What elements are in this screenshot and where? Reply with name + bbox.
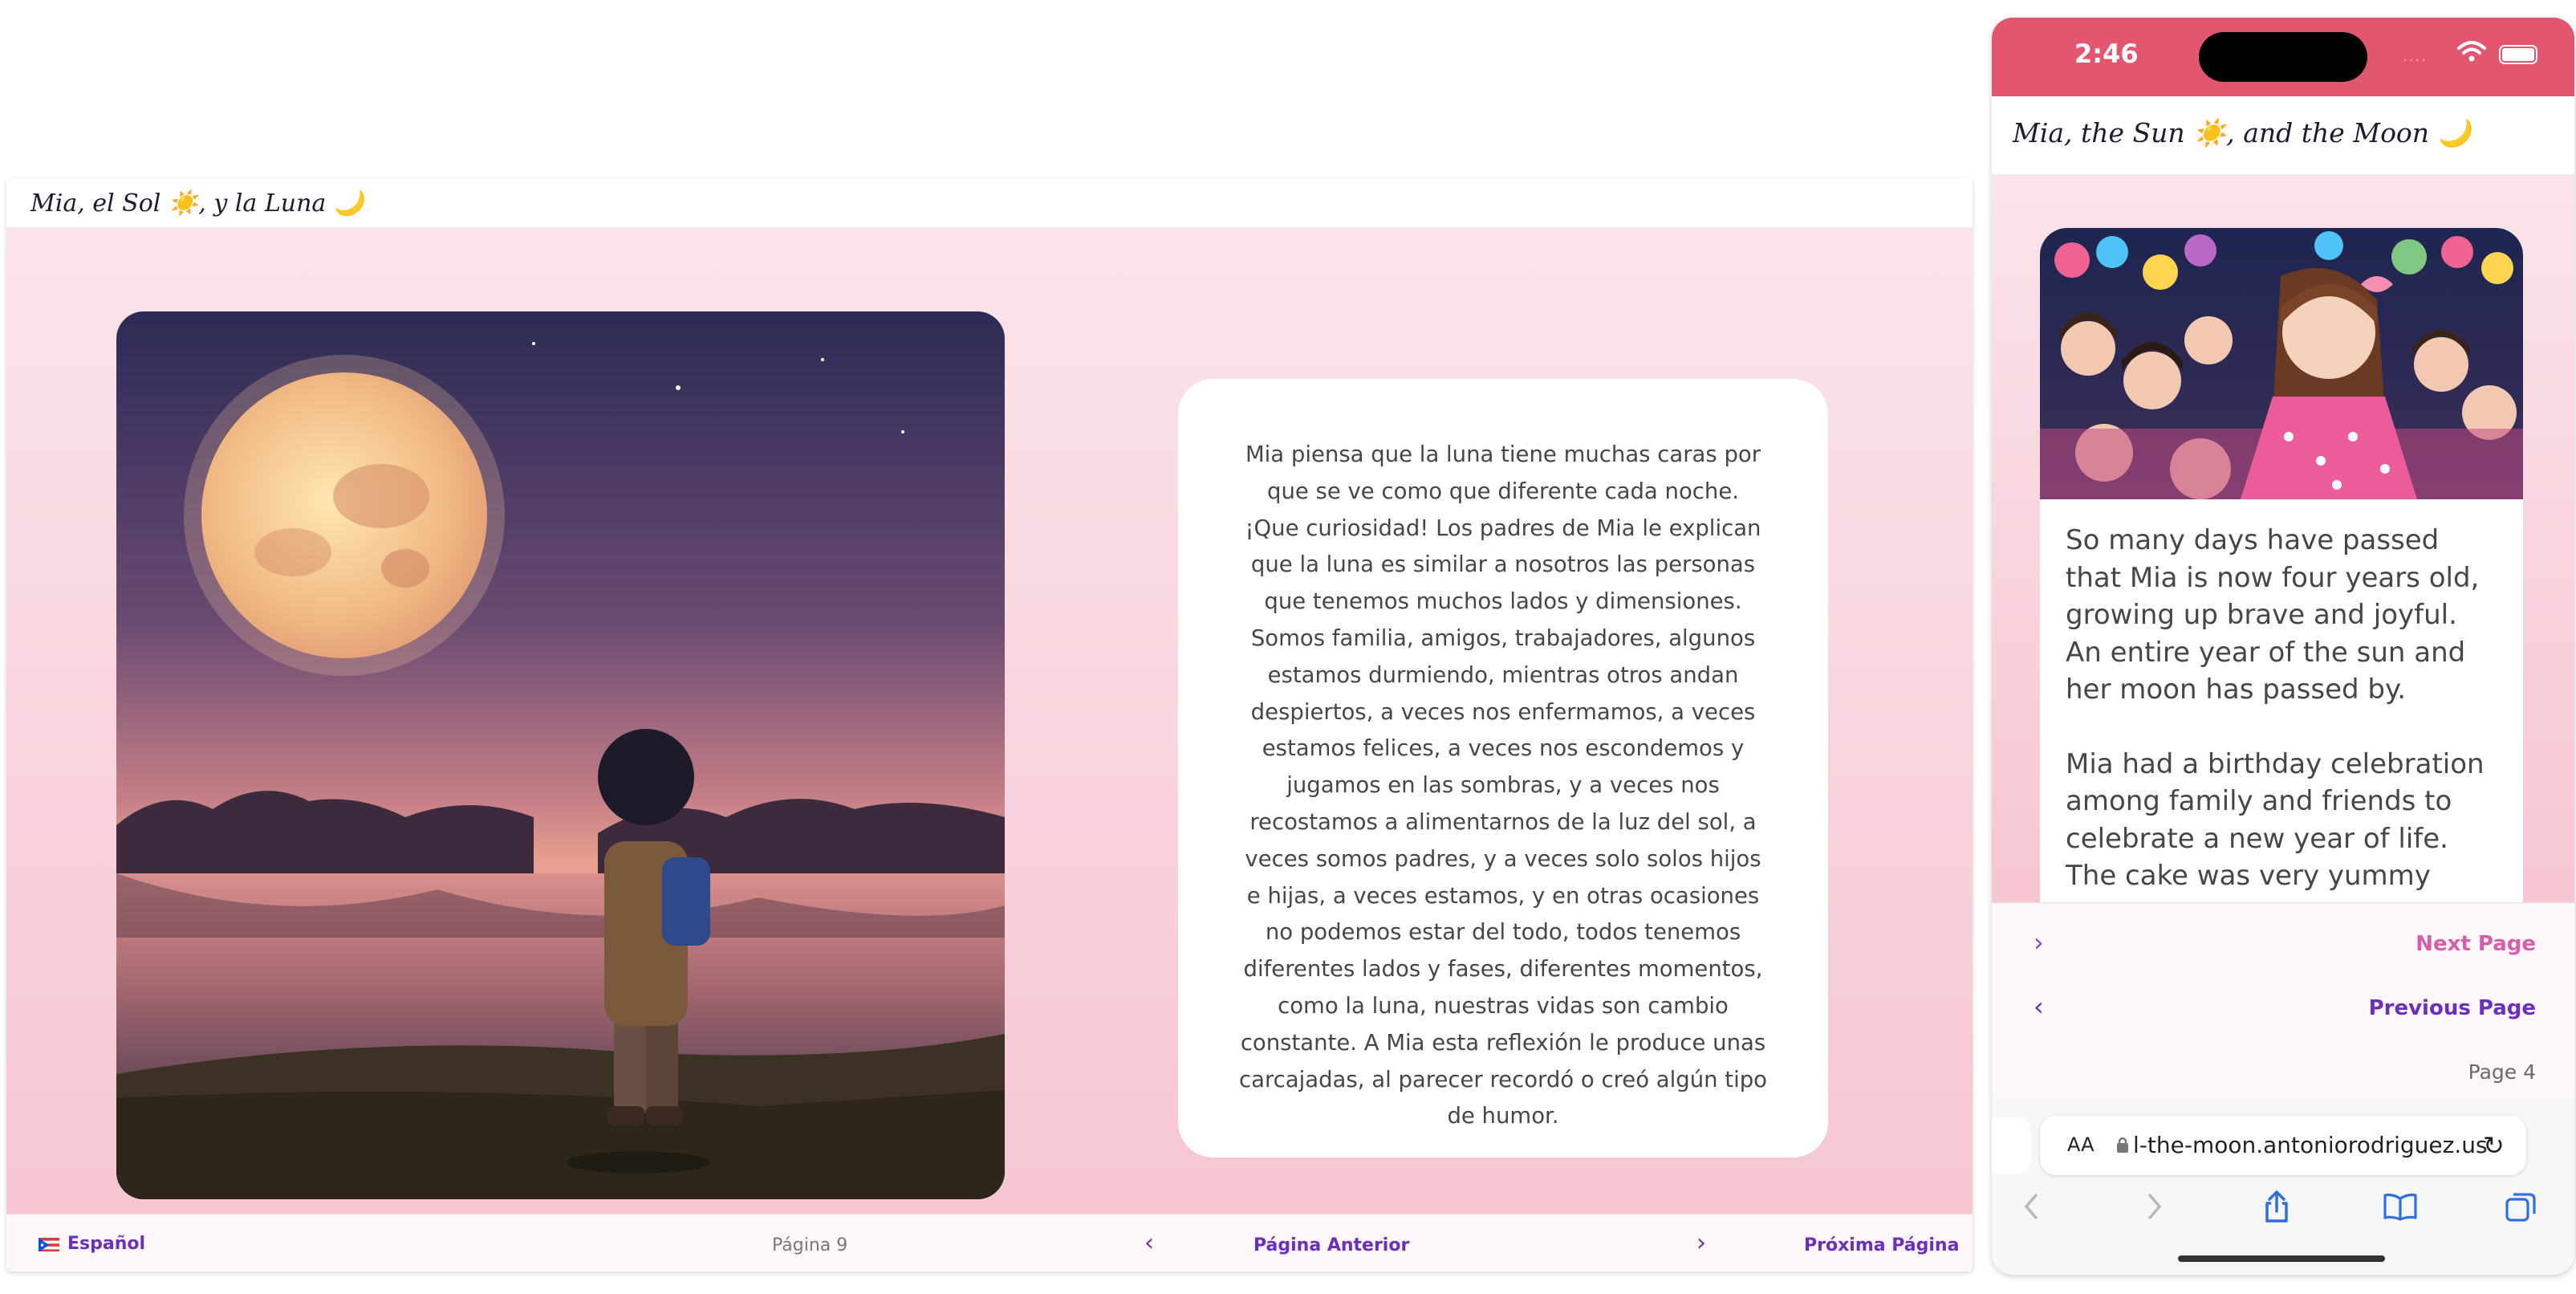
birthday-illustration [2040,228,2523,499]
wifi-icon [2457,40,2486,66]
paragraph: Mia had a birthday celebration among fam… [2066,747,2485,893]
desktop-window: Mia, el Sol ☀️, y la Luna 🌙 Mia piensa q… [6,178,1973,1272]
desktop-footer: Español Página 9 ‹ Página Anterior › Pró… [6,1214,1973,1272]
forward-icon[interactable] [2135,1186,2175,1227]
chevron-left-icon[interactable]: ‹ [2034,991,2044,1022]
language-label: Español [67,1234,146,1254]
paragraph: So many days have passed that Mia is now… [2066,524,2480,706]
phone-book-title: Mia, the Sun ☀️, and the Moon 🌙 [2013,117,2471,149]
bookmarks-icon[interactable] [2380,1186,2420,1227]
next-page-button[interactable]: Próxima Página [1804,1235,1959,1255]
page-indicator: Página 9 [772,1235,848,1255]
phone-frame: 2:46 .... Mia, the Sun ☀️, and the Moon … [1992,18,2574,1275]
chevron-left-icon[interactable]: ‹ [1144,1229,1154,1257]
page-indicator: Page 4 [2468,1060,2536,1084]
text-size-button[interactable]: AA [2067,1133,2095,1156]
previous-tab-preview[interactable] [1992,1117,2030,1174]
phone-page-nav: › Next Page ‹ Previous Page Page 4 [1992,902,2574,1097]
phone-story-card: So many days have passed that Mia is now… [2040,228,2523,902]
status-bar: 2:46 .... [1992,18,2574,96]
book-title: Mia, el Sol ☀️, y la Luna 🌙 [30,189,364,218]
chevron-right-icon[interactable]: › [2034,927,2044,958]
tabs-icon[interactable] [2501,1186,2541,1227]
browser-toolbar [1992,1186,2574,1235]
safari-bottom-bar: AA l-the-moon.antoniorodriguez.us ↻ [1992,1097,2574,1275]
share-icon[interactable] [2257,1186,2297,1227]
moon-lake-illustration [116,311,1005,1199]
home-indicator [2178,1255,2385,1262]
puerto-rico-flag-icon [39,1237,59,1251]
lock-icon [2115,1135,2130,1158]
status-time: 2:46 [2074,39,2139,69]
desktop-header: Mia, el Sol ☀️, y la Luna 🌙 [6,178,1973,228]
dynamic-island [2199,32,2367,82]
phone-story-page: So many days have passed that Mia is now… [1992,175,2574,902]
back-icon[interactable] [2011,1186,2051,1227]
story-text: Mia piensa que la luna tiene muchas cara… [1238,442,1768,1129]
story-illustration [116,311,1005,1199]
story-page: Mia piensa que la luna tiene muchas cara… [6,228,1973,1214]
cellular-signal-icon: .... [2403,48,2428,65]
next-page-button[interactable]: Next Page [2416,932,2536,956]
reload-icon[interactable]: ↻ [2483,1130,2505,1161]
chevron-right-icon[interactable]: › [1696,1229,1706,1257]
address-bar[interactable]: AA l-the-moon.antoniorodriguez.us ↻ [2040,1116,2526,1175]
battery-icon [2499,45,2537,64]
url-text[interactable]: l-the-moon.antoniorodriguez.us [2133,1132,2488,1158]
previous-page-button[interactable]: Previous Page [2369,996,2536,1020]
language-selector[interactable]: Español [39,1234,145,1254]
phone-story-text: So many days have passed that Mia is now… [2040,499,2523,895]
phone-header: Mia, the Sun ☀️, and the Moon 🌙 [1992,96,2574,175]
previous-page-button[interactable]: Página Anterior [1253,1235,1409,1255]
story-text-card: Mia piensa que la luna tiene muchas cara… [1178,379,1828,1158]
